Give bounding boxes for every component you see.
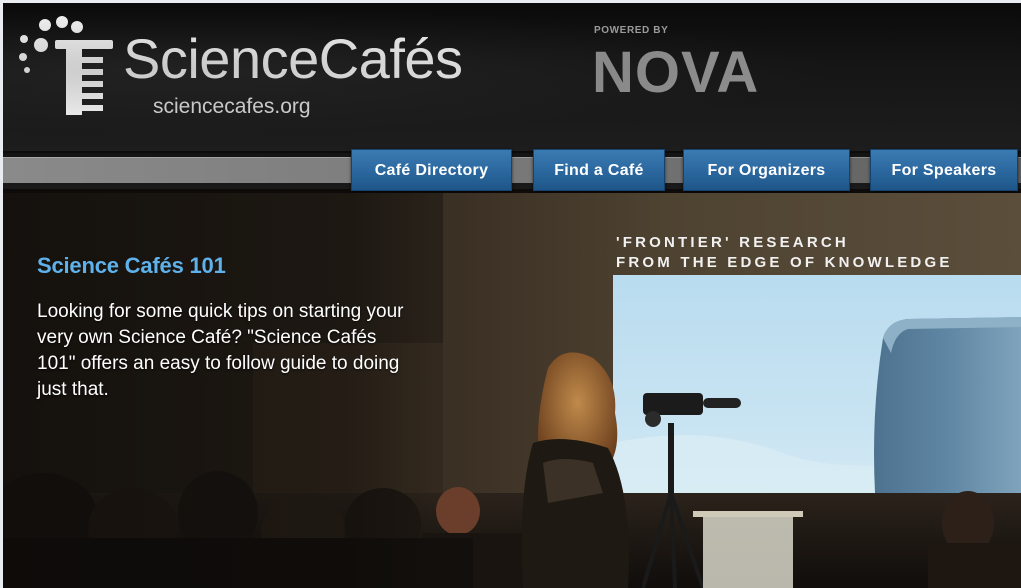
slide-caption-line-1: 'FRONTIER' RESEARCH: [616, 234, 849, 251]
projection-slide-caption: 'FRONTIER' RESEARCH FROM THE EDGE OF KNO…: [616, 233, 953, 273]
hero-text-panel: Science Cafés 101 Looking for some quick…: [3, 193, 435, 588]
nav-find-a-cafe[interactable]: Find a Café: [533, 149, 665, 191]
nav-for-organizers[interactable]: For Organizers: [683, 149, 850, 191]
site-header: ScienceCafés sciencecafes.org POWERED BY…: [3, 3, 1021, 151]
brand-name: ScienceCafés: [123, 27, 463, 90]
nav-rail: [3, 157, 1021, 183]
brand-url: sciencecafes.org: [153, 95, 311, 118]
science-cafes-logo-icon: [19, 16, 113, 115]
site-logo-link[interactable]: ScienceCafés sciencecafes.org: [15, 15, 555, 125]
powered-by-label: POWERED BY: [594, 25, 669, 36]
hero-body-text: Looking for some quick tips on starting …: [37, 301, 404, 400]
hero-slide[interactable]: Science Cafés 101 Looking for some quick…: [3, 193, 1021, 588]
nav-cafe-directory[interactable]: Café Directory: [351, 149, 512, 191]
nova-partner-logo[interactable]: NOVA: [592, 43, 759, 103]
slide-caption-line-2: FROM THE EDGE OF KNOWLEDGE: [616, 254, 953, 271]
hero-title[interactable]: Science Cafés 101: [37, 253, 226, 279]
page-frame: ScienceCafés sciencecafes.org POWERED BY…: [3, 3, 1021, 588]
nav-for-speakers[interactable]: For Speakers: [870, 149, 1018, 191]
